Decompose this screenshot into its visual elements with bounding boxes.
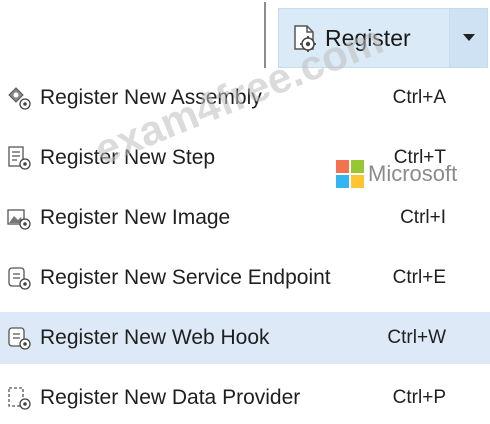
- toolbar-divider: [264, 2, 266, 68]
- menu-item-shortcut: Ctrl+E: [392, 267, 446, 288]
- menu-item-register-new-assembly[interactable]: Register New Assembly Ctrl+A: [0, 72, 490, 124]
- menu-item-shortcut: Ctrl+A: [392, 87, 446, 108]
- menu-item-register-new-data-provider[interactable]: Register New Data Provider Ctrl+P: [0, 372, 490, 424]
- menu-item-register-new-step[interactable]: Register New Step Ctrl+T: [0, 132, 490, 184]
- assembly-icon: [8, 87, 31, 110]
- menu-item-shortcut: Ctrl+W: [387, 327, 446, 348]
- menu-item-label: Register New Web Hook: [40, 326, 270, 349]
- menu-item-shortcut: Ctrl+T: [393, 147, 446, 168]
- menu-item-shortcut: Ctrl+I: [400, 207, 446, 228]
- menu-item-register-new-service-endpoint[interactable]: Register New Service Endpoint Ctrl+E: [0, 252, 490, 304]
- register-button[interactable]: Register: [278, 8, 450, 68]
- register-dropdown-toggle[interactable]: [450, 8, 488, 68]
- register-button-label: Register: [325, 24, 411, 51]
- menu-item-shortcut: Ctrl+P: [392, 387, 446, 408]
- caret-down-icon: [462, 34, 475, 41]
- web-hook-icon: [8, 327, 31, 350]
- menu-item-label: Register New Step: [40, 146, 216, 169]
- data-provider-icon: [8, 387, 31, 410]
- menu-item-label: Register New Service Endpoint: [40, 266, 331, 289]
- step-icon: [8, 146, 31, 170]
- register-plugin-icon: [294, 25, 316, 52]
- toolbar: Register: [0, 0, 490, 72]
- image-icon: [7, 209, 31, 230]
- menu-item-label: Register New Assembly: [40, 86, 262, 109]
- register-dropdown-menu: Register New Assembly Ctrl+A Register Ne…: [0, 72, 490, 423]
- menu-item-register-new-web-hook[interactable]: Register New Web Hook Ctrl+W: [0, 312, 490, 364]
- menu-item-label: Register New Image: [40, 206, 231, 229]
- service-endpoint-icon: [8, 267, 31, 290]
- menu-item-register-new-image[interactable]: Register New Image Ctrl+I: [0, 192, 490, 244]
- menu-item-label: Register New Data Provider: [40, 386, 301, 409]
